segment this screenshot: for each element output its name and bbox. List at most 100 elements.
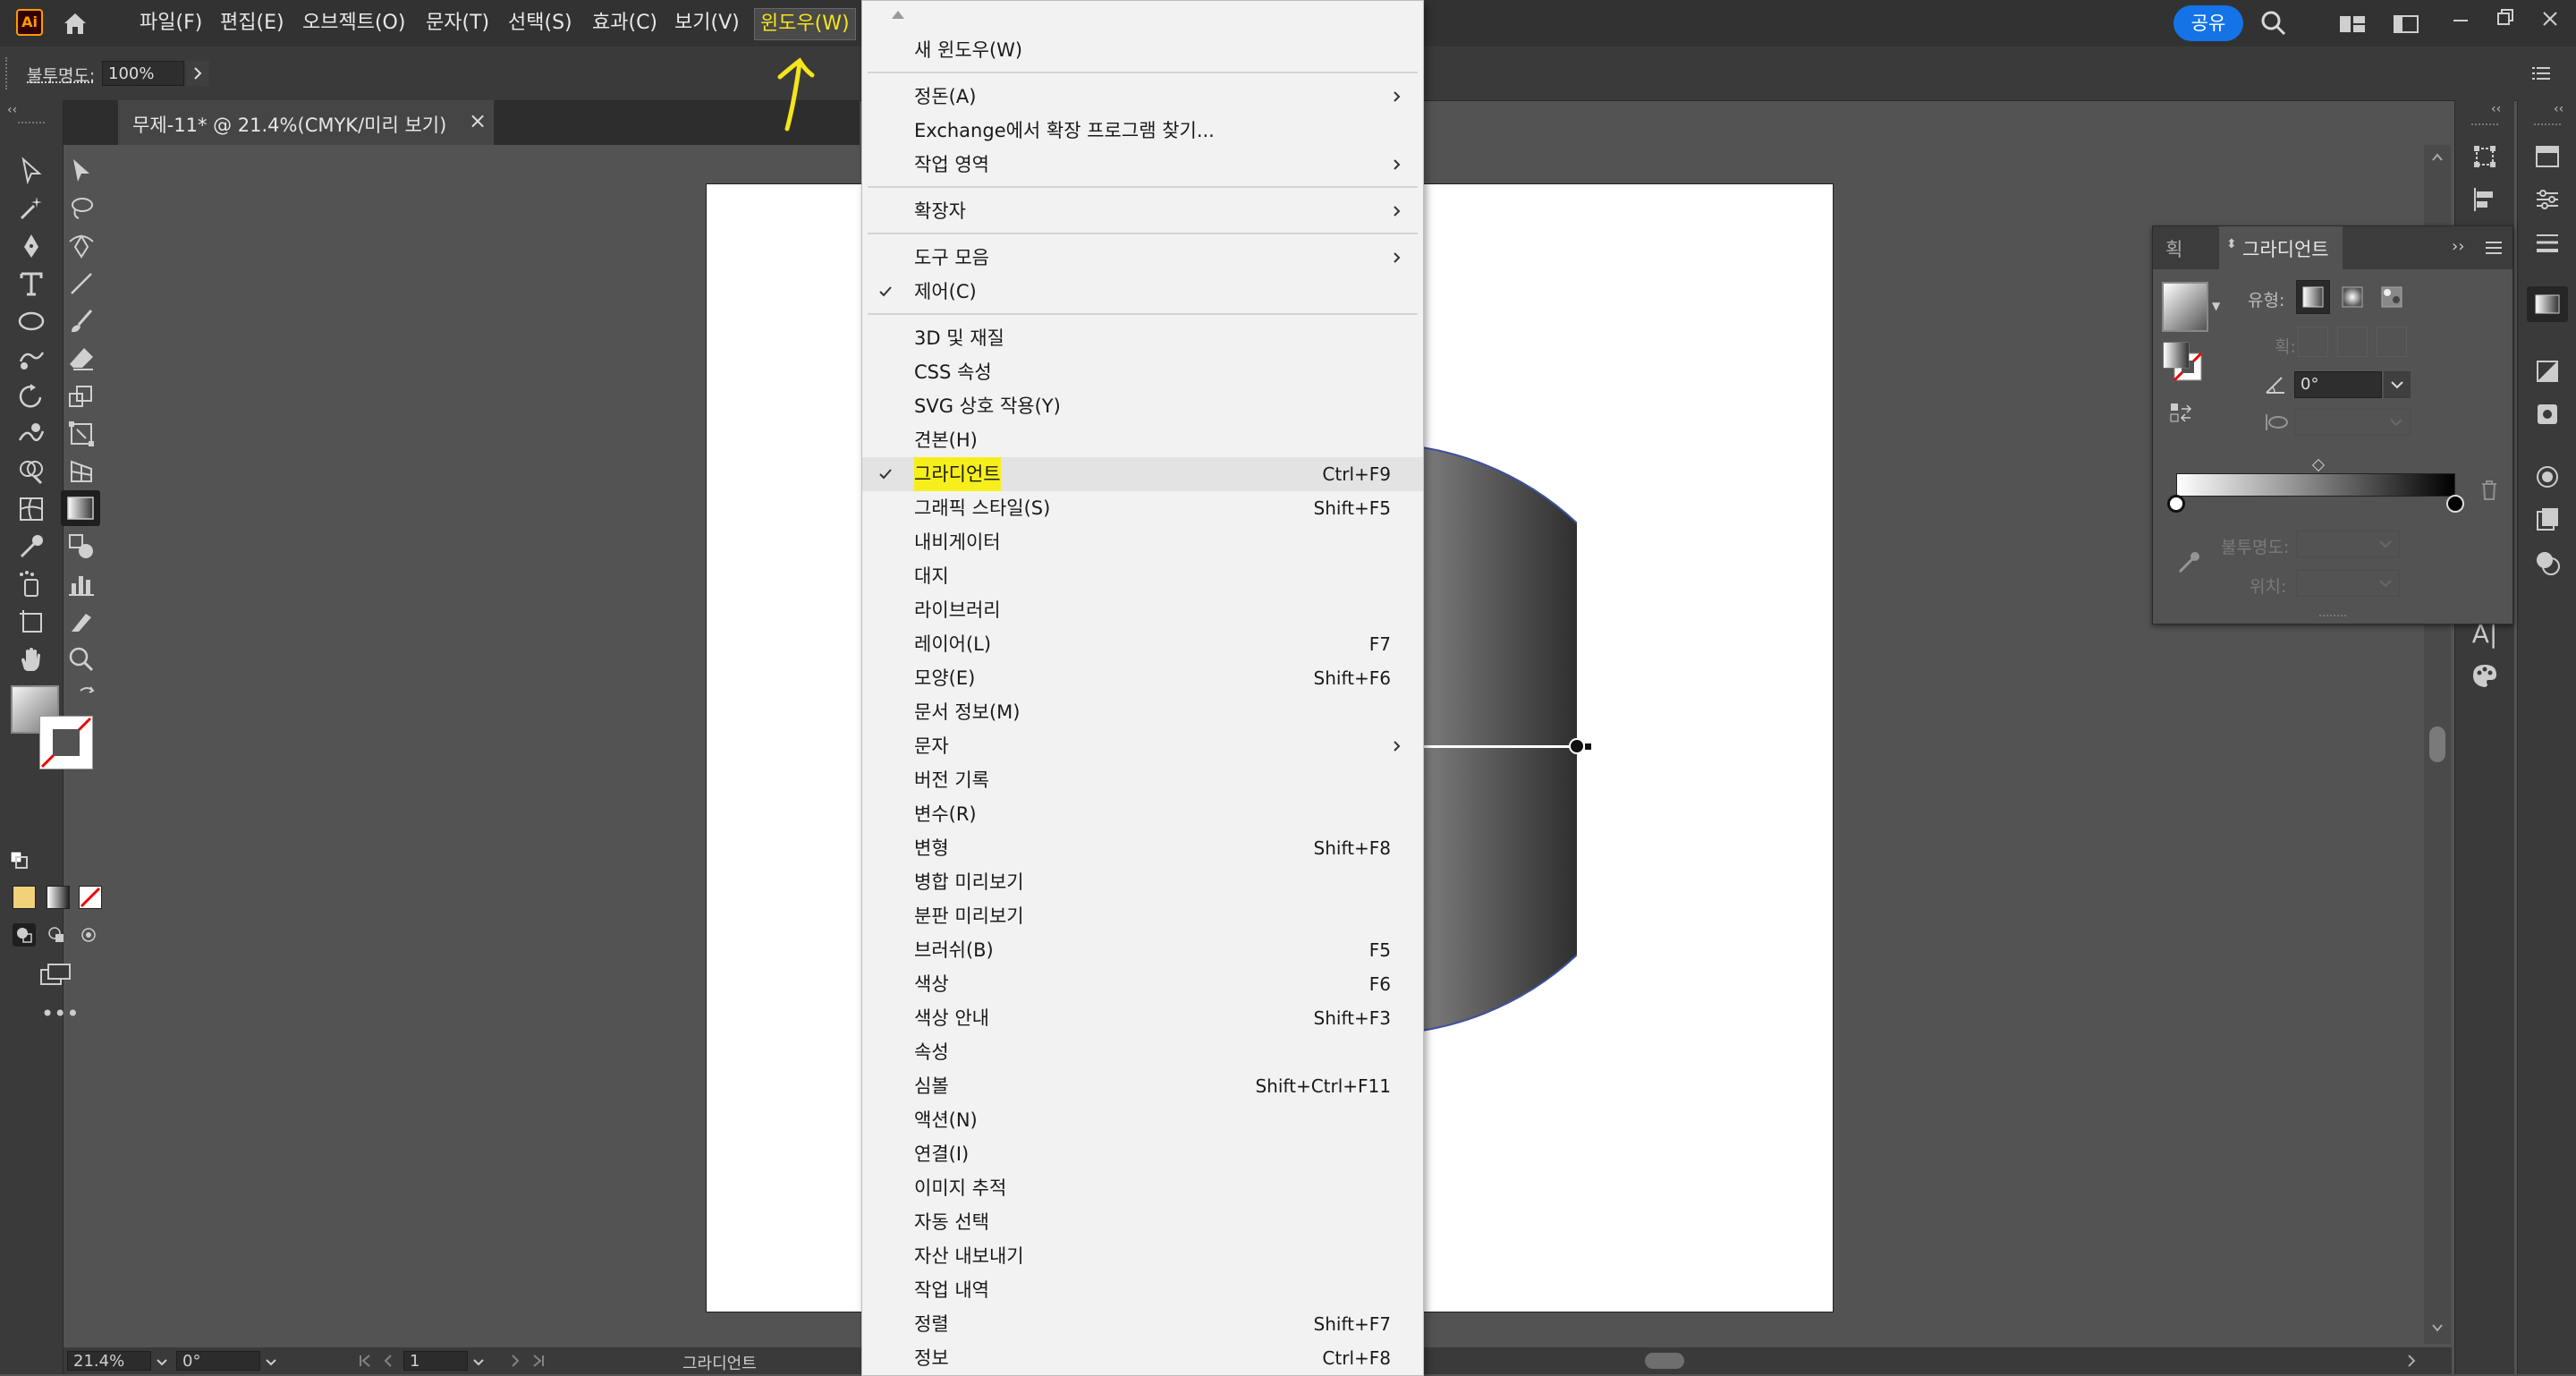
window-menu-item[interactable]: Exchange에서 확장 프로그램 찾기... (862, 114, 1423, 148)
panel-resize-grip[interactable] (2319, 615, 2346, 616)
location-field[interactable] (2296, 570, 2400, 597)
transparency-panel-icon[interactable] (2532, 356, 2563, 386)
gradient-annotator-line[interactable] (1424, 745, 1578, 748)
restore-icon[interactable] (2492, 4, 2519, 30)
stroke-gradient-within-icon[interactable] (2298, 327, 2328, 357)
window-menu-item[interactable]: 버전 기록 (862, 763, 1423, 797)
menu-scroll-up-icon[interactable] (889, 8, 907, 21)
window-menu-item[interactable]: 문자 (862, 729, 1423, 763)
slice-tool-icon[interactable] (66, 607, 97, 637)
eraser-tool-icon[interactable] (66, 344, 97, 374)
prev-artboard-icon[interactable] (380, 1353, 396, 1369)
window-menu-item[interactable]: 자산 내보내기 (862, 1239, 1423, 1273)
menu-view[interactable]: 보기(V) (669, 8, 745, 38)
radial-gradient-button[interactable] (2335, 280, 2369, 314)
first-artboard-icon[interactable] (357, 1353, 373, 1369)
artboard-number-field[interactable]: 1 (403, 1351, 468, 1371)
eyedropper-tool-icon[interactable] (16, 531, 47, 562)
arrange-documents-icon[interactable] (2338, 13, 2367, 36)
scroll-up-icon[interactable] (2430, 150, 2445, 165)
window-menu-item[interactable]: 연결(I) (862, 1137, 1423, 1171)
draw-behind-icon[interactable] (45, 923, 68, 947)
window-menu-item[interactable]: 정렬 Shift+F7 (862, 1307, 1423, 1341)
gradient-tool-icon[interactable] (61, 490, 100, 526)
ellipse-tool-icon[interactable] (16, 306, 47, 336)
gradient-eyedropper-icon[interactable] (2176, 548, 2203, 575)
app-logo[interactable]: Ai (16, 9, 43, 36)
layers-adjust-panel-icon[interactable] (2532, 184, 2563, 215)
reverse-gradient-icon[interactable] (2167, 400, 2194, 425)
menu-effect[interactable]: 효과(C) (587, 8, 663, 38)
collapse-dock-icon[interactable]: ‹‹ (2491, 102, 2501, 116)
window-menu-item[interactable]: 확장자 (862, 194, 1423, 228)
window-menu-item[interactable]: 자동 선택 (862, 1205, 1423, 1239)
panel-menu-icon[interactable] (2484, 239, 2504, 257)
lasso-tool-icon[interactable] (66, 193, 97, 224)
gradient-panel-icon[interactable] (2527, 286, 2568, 322)
window-menu-item[interactable]: CSS 속성 (862, 355, 1423, 389)
menu-type[interactable]: 문자(T) (420, 8, 495, 38)
window-menu-item[interactable]: 분판 미리보기 (862, 899, 1423, 933)
window-menu-item[interactable]: 레이어(L) F7 (862, 627, 1423, 661)
window-menu-item[interactable]: 색상 안내 Shift+F3 (862, 1001, 1423, 1035)
color-themes-panel-icon[interactable] (2470, 660, 2500, 691)
window-menu-item[interactable]: 병합 미리보기 (862, 865, 1423, 899)
menu-edit[interactable]: 편집(E) (215, 8, 290, 38)
workspace-switcher-icon[interactable] (2392, 13, 2420, 36)
window-menu-item[interactable]: 그라디언트 Ctrl+F9 (862, 457, 1423, 491)
shape-builder-tool-icon[interactable] (16, 456, 47, 487)
window-menu-item[interactable]: 작업 영역 (862, 148, 1423, 182)
magic-wand-tool-icon[interactable] (16, 193, 47, 224)
dock2-grip[interactable] (2534, 123, 2561, 125)
shaper-tool-icon[interactable] (16, 344, 47, 374)
window-menu-item[interactable]: 액션(N) (862, 1103, 1423, 1137)
gradient-slider[interactable] (2176, 473, 2455, 497)
panel-expand-icon[interactable]: ›› (2452, 237, 2464, 256)
window-menu-item[interactable]: 도구 모음 (862, 241, 1423, 275)
type-tool-icon[interactable] (16, 268, 47, 299)
angle-dropdown-icon[interactable] (2384, 371, 2411, 398)
zoom-dropdown-icon[interactable] (153, 1353, 171, 1371)
curvature-tool-icon[interactable] (66, 231, 97, 261)
toolbar-grip[interactable] (18, 122, 45, 127)
stroke-swatch[interactable] (39, 716, 93, 769)
align-panel-icon[interactable] (2470, 184, 2500, 215)
aspect-ratio-input[interactable] (2294, 409, 2411, 436)
window-menu-item[interactable]: 3D 및 재질 (862, 321, 1423, 355)
free-transform-tool-icon[interactable] (66, 419, 97, 449)
window-menu-item[interactable]: 이미지 추적 (862, 1171, 1423, 1205)
screen-mode-icon[interactable] (38, 961, 73, 988)
transform-panel-icon[interactable] (2470, 141, 2500, 172)
edit-toolbar-more-icon[interactable]: ••• (41, 1003, 79, 1024)
menu-object[interactable]: 오브젝트(O) (297, 8, 411, 38)
warp-tool-icon[interactable] (16, 419, 47, 449)
window-menu-item[interactable]: 새 윈도우(W) (862, 33, 1423, 67)
rotate-tool-icon[interactable] (16, 381, 47, 412)
color-mode-icon[interactable] (13, 886, 36, 909)
window-menu-item[interactable]: 문서 정보(M) (862, 695, 1423, 729)
collapse-toolbar-icon[interactable]: ‹‹ (7, 104, 25, 116)
menu-select[interactable]: 선택(S) (503, 8, 578, 38)
zoom-level-field[interactable]: 21.4% (67, 1351, 151, 1371)
stroke-gradient-across-icon[interactable] (2377, 327, 2407, 357)
fill-stroke-mini-swatch[interactable] (2162, 341, 2205, 384)
scroll-right-icon[interactable] (2403, 1353, 2419, 1369)
menu-window[interactable]: 윈도우(W) (754, 8, 856, 40)
window-menu-item[interactable]: 그래픽 스타일(S) Shift+F5 (862, 491, 1423, 525)
graphic-styles-panel-icon[interactable] (2532, 505, 2563, 535)
tab-stroke[interactable]: 획 (2165, 235, 2182, 262)
document-tab-close-icon[interactable]: × (469, 107, 490, 134)
opacity-input[interactable]: 100% (102, 61, 184, 86)
selection-tool-icon[interactable] (16, 156, 47, 186)
mesh-tool-icon[interactable] (16, 494, 47, 524)
gradient-stop-white[interactable] (2167, 495, 2185, 513)
control-bar-grip[interactable] (5, 57, 11, 89)
next-artboard-icon[interactable] (507, 1353, 523, 1369)
opacity-field[interactable] (2296, 531, 2400, 557)
pen-tool-icon[interactable] (16, 231, 47, 261)
window-menu-item[interactable]: 작업 내역 (862, 1273, 1423, 1307)
window-menu-item[interactable]: 색상 F6 (862, 967, 1423, 1001)
close-window-icon[interactable] (2537, 5, 2563, 32)
direct-selection-tool-icon[interactable] (66, 156, 97, 186)
share-button[interactable]: 공유 (2174, 5, 2243, 41)
